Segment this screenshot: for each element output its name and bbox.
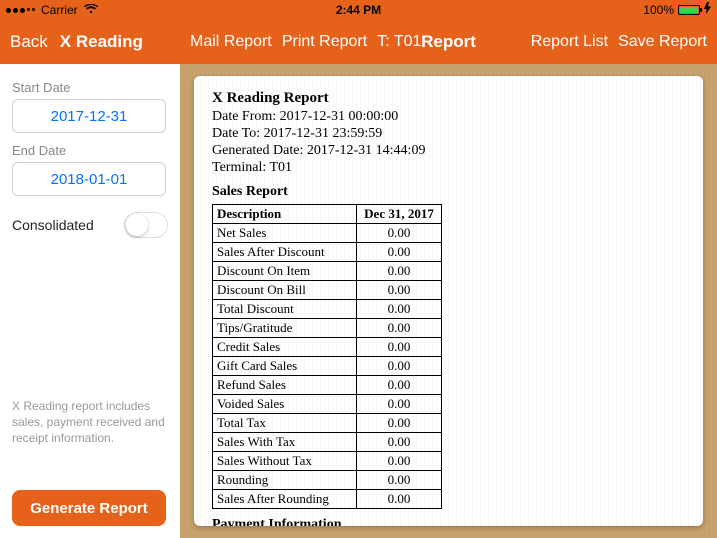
- row-value: 0.00: [357, 338, 442, 357]
- row-label: Discount On Bill: [213, 281, 357, 300]
- report-generated: Generated Date: 2017-12-31 14:44:09: [212, 143, 685, 159]
- row-label: Discount On Item: [213, 262, 357, 281]
- table-row: Rounding0.00: [213, 471, 442, 490]
- row-label: Total Tax: [213, 414, 357, 433]
- row-label: Total Discount: [213, 300, 357, 319]
- report-terminal: Terminal: T01: [212, 160, 685, 176]
- table-row: Total Discount0.00: [213, 300, 442, 319]
- nav-center-title: Report: [421, 32, 476, 52]
- carrier-label: Carrier: [41, 3, 78, 17]
- row-value: 0.00: [357, 490, 442, 509]
- report-paper[interactable]: X Reading Report Date From: 2017-12-31 0…: [194, 76, 703, 526]
- row-label: Gift Card Sales: [213, 357, 357, 376]
- signal-dots-icon: [6, 8, 35, 13]
- table-row: Net Sales0.00: [213, 224, 442, 243]
- consolidated-toggle[interactable]: [124, 212, 168, 238]
- back-button[interactable]: Back: [10, 32, 48, 52]
- row-label: Credit Sales: [213, 338, 357, 357]
- row-value: 0.00: [357, 300, 442, 319]
- start-date-label: Start Date: [12, 80, 168, 95]
- print-report-button[interactable]: Print Report: [282, 33, 367, 51]
- report-date-from: Date From: 2017-12-31 00:00:00: [212, 109, 685, 125]
- row-label: Sales After Rounding: [213, 490, 357, 509]
- table-row: Gift Card Sales0.00: [213, 357, 442, 376]
- row-label: Net Sales: [213, 224, 357, 243]
- row-value: 0.00: [357, 243, 442, 262]
- nav-right-pane: Mail Report Print Report T: T01 Report R…: [180, 20, 717, 64]
- table-row: Discount On Item0.00: [213, 262, 442, 281]
- table-row: Sales After Discount0.00: [213, 243, 442, 262]
- payment-heading: Payment Information: [212, 517, 685, 526]
- row-value: 0.00: [357, 281, 442, 300]
- table-row: Sales With Tax0.00: [213, 433, 442, 452]
- sidebar: Start Date 2017-12-31 End Date 2018-01-0…: [0, 64, 180, 538]
- row-value: 0.00: [357, 433, 442, 452]
- terminal-button[interactable]: T: T01: [377, 33, 421, 51]
- status-left: Carrier: [6, 3, 98, 17]
- row-label: Voided Sales: [213, 395, 357, 414]
- battery-pct: 100%: [643, 3, 674, 17]
- end-date-button[interactable]: 2018-01-01: [12, 162, 166, 196]
- sales-desc-header: Description: [213, 205, 357, 224]
- sales-date-header: Dec 31, 2017: [357, 205, 442, 224]
- nav-bar: Back X Reading Mail Report Print Report …: [0, 20, 717, 64]
- mail-report-button[interactable]: Mail Report: [190, 33, 272, 51]
- help-text: X Reading report includes sales, payment…: [12, 398, 168, 447]
- table-row: Sales After Rounding0.00: [213, 490, 442, 509]
- nav-left-pane: Back X Reading: [0, 20, 180, 64]
- report-list-button[interactable]: Report List: [531, 33, 608, 51]
- end-date-label: End Date: [12, 143, 168, 158]
- table-row: Voided Sales0.00: [213, 395, 442, 414]
- table-row: Sales Without Tax0.00: [213, 452, 442, 471]
- table-row: Credit Sales0.00: [213, 338, 442, 357]
- sales-heading: Sales Report: [212, 184, 685, 200]
- row-label: Sales After Discount: [213, 243, 357, 262]
- row-value: 0.00: [357, 357, 442, 376]
- row-value: 0.00: [357, 376, 442, 395]
- start-date-button[interactable]: 2017-12-31: [12, 99, 166, 133]
- battery-icon: [678, 5, 700, 15]
- sales-table: Description Dec 31, 2017 Net Sales0.00Sa…: [212, 204, 442, 509]
- report-title: X Reading Report: [212, 90, 685, 107]
- consolidated-label: Consolidated: [12, 217, 94, 233]
- content-area: X Reading Report Date From: 2017-12-31 0…: [180, 64, 717, 538]
- row-label: Sales Without Tax: [213, 452, 357, 471]
- report-date-to: Date To: 2017-12-31 23:59:59: [212, 126, 685, 142]
- table-row: Refund Sales0.00: [213, 376, 442, 395]
- generate-report-button[interactable]: Generate Report: [12, 490, 166, 526]
- row-value: 0.00: [357, 224, 442, 243]
- row-value: 0.00: [357, 414, 442, 433]
- table-row: Total Tax0.00: [213, 414, 442, 433]
- row-label: Tips/Gratitude: [213, 319, 357, 338]
- row-value: 0.00: [357, 452, 442, 471]
- table-row: Discount On Bill0.00: [213, 281, 442, 300]
- wifi-icon: [84, 3, 98, 17]
- row-label: Rounding: [213, 471, 357, 490]
- save-report-button[interactable]: Save Report: [618, 33, 707, 51]
- charging-icon: [704, 2, 711, 17]
- row-value: 0.00: [357, 319, 442, 338]
- status-right: 100%: [643, 2, 711, 17]
- row-value: 0.00: [357, 262, 442, 281]
- row-label: Sales With Tax: [213, 433, 357, 452]
- row-value: 0.00: [357, 395, 442, 414]
- row-value: 0.00: [357, 471, 442, 490]
- row-label: Refund Sales: [213, 376, 357, 395]
- nav-left-title: X Reading: [60, 32, 143, 52]
- status-time: 2:44 PM: [336, 3, 381, 17]
- table-row: Tips/Gratitude0.00: [213, 319, 442, 338]
- status-bar: Carrier 2:44 PM 100%: [0, 0, 717, 20]
